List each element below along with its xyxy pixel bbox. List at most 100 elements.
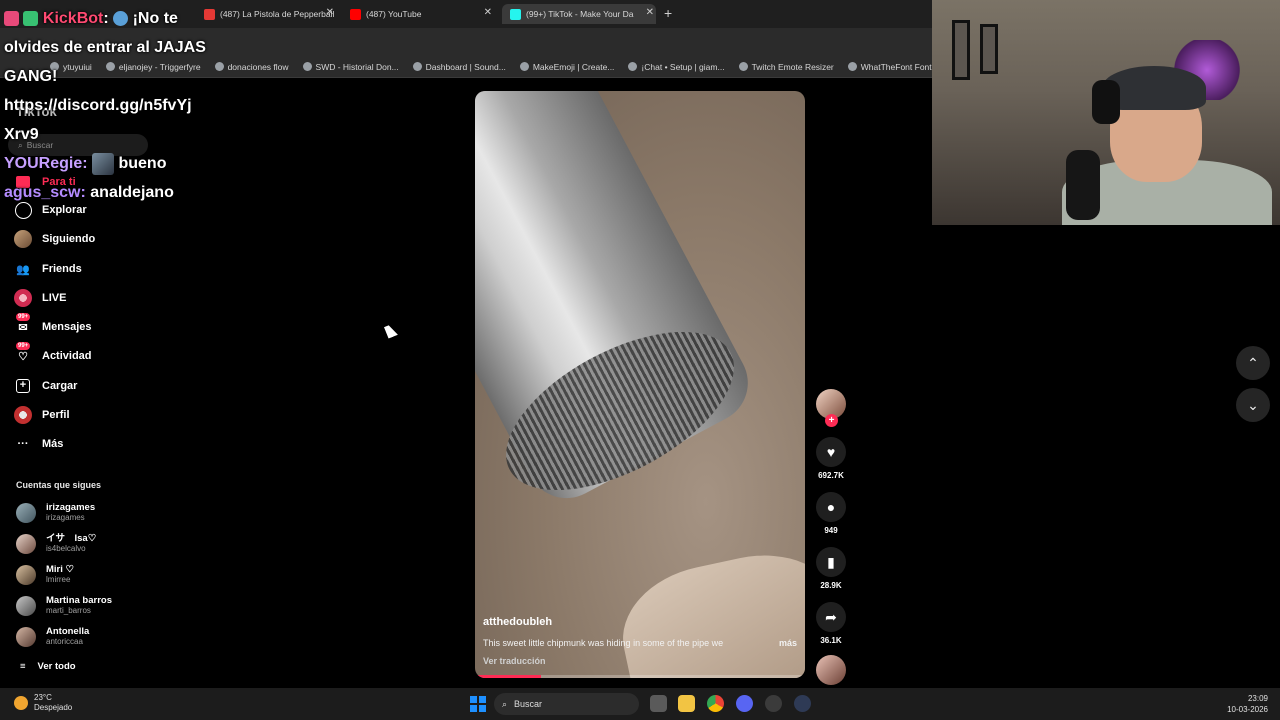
following-avatar-icon bbox=[14, 230, 32, 248]
bookmark[interactable]: Dashboard | Sound... bbox=[412, 62, 506, 72]
save-count: 28.9K bbox=[820, 581, 842, 590]
emote-icon bbox=[92, 152, 115, 175]
windows-taskbar: 23°C Despejado ⌕ Buscar 23:09 10-03-2026 bbox=[0, 688, 1280, 720]
music-disc-icon[interactable] bbox=[816, 655, 846, 685]
chat-message: YOURegie: bueno bbox=[4, 149, 254, 178]
youtube-icon bbox=[350, 8, 361, 20]
search-icon: ⌕ bbox=[502, 698, 508, 709]
video-caption: atthedoubleh This sweet little chipmunk … bbox=[483, 616, 797, 666]
video-author[interactable]: atthedoubleh bbox=[483, 616, 797, 628]
share-count: 36.1K bbox=[820, 636, 842, 645]
like-action[interactable]: ♥ 692.7K bbox=[814, 437, 848, 480]
comment-count: 949 bbox=[824, 526, 838, 535]
chat-text: analdejano bbox=[90, 184, 174, 201]
like-count: 692.7K bbox=[818, 471, 844, 480]
notification-badge: 99+ bbox=[16, 313, 31, 321]
chat-message: agus_scw: analdejano bbox=[4, 178, 254, 207]
file-explorer-icon[interactable] bbox=[678, 695, 695, 712]
close-icon[interactable]: ✕ bbox=[484, 7, 492, 18]
checkmark-icon bbox=[23, 11, 39, 27]
headset bbox=[1092, 80, 1120, 124]
bookmark-icon bbox=[628, 62, 638, 71]
video-progress-bar[interactable] bbox=[475, 675, 805, 678]
chat-message-bot: KickBot: ¡No te bbox=[4, 4, 254, 33]
bookmark[interactable]: WhatTheFont Font |... bbox=[847, 62, 932, 72]
tab-title: (99+) TikTok - Make Your Da bbox=[526, 9, 634, 19]
megaphone-icon bbox=[113, 11, 129, 27]
creator-avatar[interactable]: + bbox=[816, 389, 846, 427]
app-icon[interactable] bbox=[794, 695, 811, 712]
sidebar-item-friends[interactable]: 👥 Friends bbox=[14, 258, 82, 280]
sidebar-item-siguiendo[interactable]: Siguiendo bbox=[14, 228, 95, 250]
profile-avatar-icon bbox=[14, 406, 32, 424]
sidebar-item-actividad[interactable]: ♡ 99+ Actividad bbox=[14, 342, 92, 367]
sidebar-item-mas[interactable]: ··· Más bbox=[14, 433, 64, 455]
following-account[interactable]: Antonella antoriccaa bbox=[16, 626, 89, 647]
list-icon: ≡ bbox=[20, 661, 26, 672]
video-player[interactable]: atthedoubleh This sweet little chipmunk … bbox=[475, 91, 805, 678]
avatar bbox=[16, 533, 36, 554]
friends-icon: 👥 bbox=[16, 263, 30, 276]
bookmark-icon bbox=[412, 62, 422, 71]
video-actions: + ♥ 692.7K ● 949 ▮ 28.9K ➦ 36.1K bbox=[814, 389, 848, 685]
discord-icon[interactable] bbox=[736, 695, 753, 712]
stream-chat-overlay: KickBot: ¡No te olvides de entrar al JAJ… bbox=[4, 4, 254, 207]
follow-plus-icon[interactable]: + bbox=[825, 414, 838, 427]
notification-badge: 99+ bbox=[16, 342, 31, 350]
chat-link: https://discord.gg/n5fvYj bbox=[4, 97, 192, 114]
system-clock[interactable]: 23:09 10-03-2026 bbox=[1222, 693, 1268, 715]
share-action[interactable]: ➦ 36.1K bbox=[814, 602, 848, 645]
following-account[interactable]: irizagames irizagames bbox=[16, 502, 95, 523]
sidebar-item-mensajes[interactable]: ✉ 99+ Mensajes bbox=[14, 313, 92, 338]
bookmark[interactable]: SWD - Historial Don... bbox=[302, 62, 399, 72]
sidebar-item-cargar[interactable]: + Cargar bbox=[14, 375, 77, 397]
app-icon[interactable] bbox=[765, 695, 782, 712]
activity-icon: ♡ 99+ bbox=[16, 342, 31, 363]
chat-text: bueno bbox=[118, 155, 167, 172]
close-icon[interactable]: ✕ bbox=[646, 7, 654, 18]
webcam-overlay bbox=[932, 0, 1280, 225]
following-account[interactable]: イサ Isa♡ is4belcalvo bbox=[16, 533, 96, 554]
following-account[interactable]: Miri ♡ lmirree bbox=[16, 564, 74, 585]
more-button[interactable]: más bbox=[779, 638, 797, 648]
translate-button[interactable]: Ver traducción bbox=[483, 656, 797, 666]
tab-youtube[interactable]: (487) YouTube ✕ bbox=[342, 4, 494, 24]
upload-icon: + bbox=[14, 377, 32, 395]
bookmark-icon[interactable]: ▮ bbox=[816, 547, 846, 577]
bookmark-icon bbox=[847, 62, 857, 71]
task-view-icon[interactable] bbox=[650, 695, 667, 712]
next-video-button[interactable]: ⌄ bbox=[1236, 388, 1270, 422]
tab-tiktok[interactable]: (99+) TikTok - Make Your Da ✕ bbox=[502, 4, 656, 24]
bookmark[interactable]: Twitch Emote Resizer bbox=[738, 62, 834, 72]
bookmark-icon bbox=[302, 62, 312, 71]
chat-username: KickBot bbox=[42, 10, 104, 27]
heart-icon[interactable]: ♥ bbox=[816, 437, 846, 467]
following-account[interactable]: Martina barros marti_barros bbox=[16, 595, 112, 616]
new-tab-button[interactable]: + bbox=[664, 5, 672, 21]
chat-text: GANG! bbox=[4, 68, 58, 85]
see-all-button[interactable]: ≡ Ver todo bbox=[20, 661, 76, 672]
messages-icon: ✉ 99+ bbox=[16, 313, 31, 334]
chrome-icon[interactable] bbox=[707, 695, 724, 712]
sidebar-item-perfil[interactable]: Perfil bbox=[14, 404, 70, 426]
close-icon[interactable]: ✕ bbox=[326, 7, 334, 18]
wall-picture bbox=[980, 24, 998, 74]
bookmark[interactable]: MakeEmoji | Create... bbox=[519, 62, 614, 72]
weather-widget[interactable]: 23°C Despejado bbox=[14, 693, 72, 713]
tiktok-icon bbox=[510, 8, 521, 20]
screen: (487) La Pistola de Pepperball ✕ (487) Y… bbox=[0, 0, 1280, 720]
comment-icon[interactable]: ● bbox=[816, 492, 846, 522]
taskbar-search[interactable]: ⌕ Buscar bbox=[494, 693, 639, 715]
share-icon[interactable]: ➦ bbox=[816, 602, 846, 632]
chat-link: Xrv9 bbox=[4, 126, 39, 143]
avatar bbox=[16, 626, 36, 647]
bookmark-icon bbox=[519, 62, 529, 71]
sidebar-item-live[interactable]: LIVE bbox=[14, 287, 66, 309]
live-icon bbox=[14, 289, 32, 307]
windows-start-icon[interactable] bbox=[470, 696, 486, 712]
previous-video-button[interactable]: ⌃ bbox=[1236, 346, 1270, 380]
bookmark[interactable]: ¡Chat • Setup | giam... bbox=[628, 62, 725, 72]
wall-picture bbox=[952, 20, 970, 80]
comment-action[interactable]: ● 949 bbox=[814, 492, 848, 535]
save-action[interactable]: ▮ 28.9K bbox=[814, 547, 848, 590]
